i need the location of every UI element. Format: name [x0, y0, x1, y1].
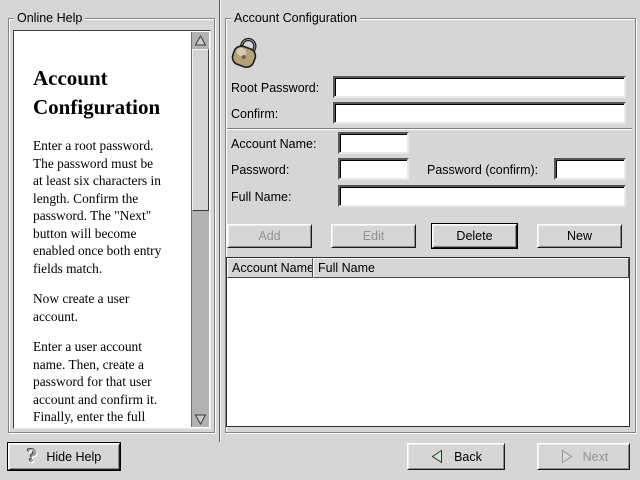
hide-help-button-label: Hide Help [46, 450, 101, 464]
column-header-account-name[interactable]: Account Name [227, 258, 313, 278]
confirm-password-input[interactable] [333, 102, 626, 124]
column-header-full-name[interactable]: Full Name [313, 258, 629, 278]
root-password-label: Root Password: [231, 81, 319, 95]
confirm-label: Confirm: [231, 107, 278, 121]
delete-button[interactable]: Delete [432, 224, 517, 248]
account-name-label: Account Name: [231, 137, 316, 151]
accounts-list[interactable] [227, 278, 629, 426]
help-title: Account Configuration [33, 64, 195, 122]
edit-button: Edit [331, 224, 416, 248]
account-configuration-frame-label: Account Configuration [231, 11, 360, 25]
help-text-view: Account Configuration Enter a root passw… [13, 30, 211, 429]
help-paragraph: Now create a user account. [33, 290, 201, 325]
delete-button-label: Delete [456, 229, 492, 243]
accounts-table: Account Name Full Name [226, 257, 630, 427]
account-name-input[interactable] [338, 132, 409, 154]
online-help-frame-label: Online Help [14, 11, 85, 25]
scroll-down-icon[interactable] [192, 411, 208, 427]
scroll-up-icon[interactable] [192, 32, 208, 48]
password-confirm-label: Password (confirm): [427, 163, 538, 177]
password-label: Password: [231, 163, 289, 177]
lock-icon [228, 32, 264, 70]
next-button-label: Next [583, 450, 609, 464]
section-separator [227, 128, 632, 130]
back-button-label: Back [454, 450, 482, 464]
edit-button-label: Edit [363, 229, 385, 243]
help-paragraph: Enter a root password. The password must… [33, 137, 201, 277]
password-input[interactable] [338, 158, 409, 180]
panel-divider-highlight [220, 0, 221, 442]
hide-help-button[interactable]: ? Hide Help [8, 443, 120, 470]
installer-window: Online Help Account Configuration Enter … [0, 0, 640, 480]
next-arrow-icon [559, 449, 574, 464]
new-button-label: New [567, 229, 592, 243]
add-button: Add [227, 224, 312, 248]
back-button[interactable]: Back [407, 443, 505, 470]
new-button[interactable]: New [537, 224, 622, 248]
help-paragraph: Enter a user account name. Then, create … [33, 338, 201, 429]
help-scrollbar-thumb[interactable] [192, 49, 209, 211]
add-button-label: Add [258, 229, 280, 243]
password-confirm-input[interactable] [554, 158, 626, 180]
full-name-label: Full Name: [231, 190, 291, 204]
question-icon: ? [27, 448, 38, 466]
accounts-table-header: Account Name Full Name [227, 258, 629, 278]
help-content: Account Configuration Enter a root passw… [14, 31, 192, 428]
full-name-input[interactable] [338, 185, 626, 207]
root-password-input[interactable] [333, 76, 626, 98]
back-arrow-icon [430, 449, 445, 464]
next-button: Next [537, 443, 630, 470]
help-scrollbar[interactable] [191, 32, 209, 427]
